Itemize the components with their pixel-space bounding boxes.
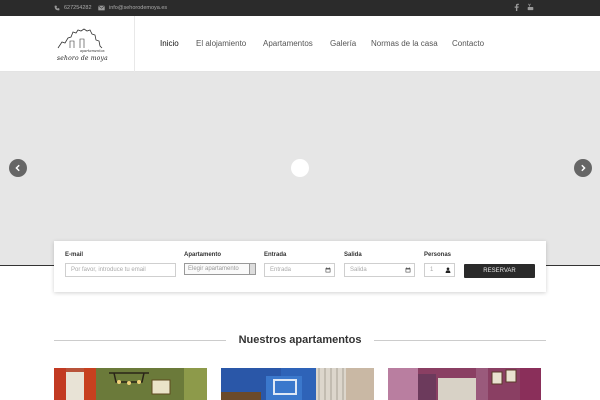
person-icon — [445, 267, 451, 273]
nav-contacto[interactable]: Contacto — [452, 39, 484, 48]
guests-label: Personas — [424, 252, 452, 258]
select-arrow-icon — [249, 264, 255, 274]
top-bar: 627254282 info@sehorodemoya.es — [0, 0, 600, 16]
facebook-icon — [514, 3, 519, 11]
checkin-label: Entrada — [264, 252, 287, 258]
checkin-placeholder: Entrada — [270, 267, 292, 273]
apartment-card-1[interactable] — [54, 368, 207, 400]
apartment-select[interactable]: Elegir apartamento — [184, 263, 256, 275]
youtube-link[interactable] — [527, 3, 534, 11]
reservar-button[interactable]: RESERVAR — [464, 264, 535, 278]
logo[interactable]: apartamentos sehoro de moya — [0, 16, 135, 72]
phone-number: 627254282 — [64, 5, 92, 11]
slider-loading-indicator — [291, 159, 309, 177]
hero-slider — [0, 72, 600, 266]
slider-prev-button[interactable] — [9, 159, 27, 177]
checkout-placeholder: Salida — [350, 267, 367, 273]
chevron-right-icon — [581, 164, 586, 172]
checkout-date-field[interactable]: Salida — [344, 263, 415, 277]
section-divider-right — [374, 340, 546, 341]
facebook-link[interactable] — [514, 3, 519, 11]
apartment-photo-1 — [54, 368, 207, 400]
checkin-date-field[interactable]: Entrada — [264, 263, 335, 277]
calendar-icon — [405, 267, 411, 273]
email-placeholder: Por favor, introduce tu email — [71, 267, 146, 273]
nav-normas[interactable]: Normas de la casa — [371, 39, 438, 48]
booking-form: E-mail Por favor, introduce tu email Apa… — [54, 241, 546, 292]
nav-galeria[interactable]: Galería — [330, 39, 356, 48]
slider-next-button[interactable] — [574, 159, 592, 177]
nav-inicio[interactable]: Inicio — [160, 39, 179, 48]
envelope-icon — [98, 5, 105, 11]
apartment-photo-3 — [388, 368, 541, 400]
youtube-icon — [527, 3, 534, 11]
logo-subtitle: apartamentos — [80, 49, 105, 53]
logo-name: sehoro de moya — [57, 55, 108, 62]
nav-el-alojamiento[interactable]: El alojamiento — [196, 39, 246, 48]
apartment-photo-2 — [221, 368, 374, 400]
email-address: info@sehorodemoya.es — [109, 5, 168, 11]
apartment-card-3[interactable] — [388, 368, 541, 400]
apartment-selected-value: Elegir apartamento — [188, 266, 239, 272]
apartment-label: Apartamento — [184, 252, 222, 258]
email-field[interactable]: Por favor, introduce tu email — [65, 263, 176, 277]
email-contact[interactable]: info@sehorodemoya.es — [98, 3, 167, 13]
email-label: E-mail — [65, 252, 84, 258]
castle-logo-icon — [57, 28, 103, 49]
phone-icon — [54, 5, 60, 11]
chevron-left-icon — [15, 164, 20, 172]
guests-field[interactable]: 1 — [424, 263, 455, 277]
phone-contact[interactable]: 627254282 — [54, 3, 92, 13]
guests-value: 1 — [430, 267, 434, 273]
site-header: apartamentos sehoro de moya Inicio El al… — [0, 16, 600, 72]
nav-apartamentos[interactable]: Apartamentos — [263, 39, 313, 48]
calendar-icon — [325, 267, 331, 273]
apartment-card-2[interactable] — [221, 368, 374, 400]
checkout-label: Salida — [344, 252, 362, 258]
